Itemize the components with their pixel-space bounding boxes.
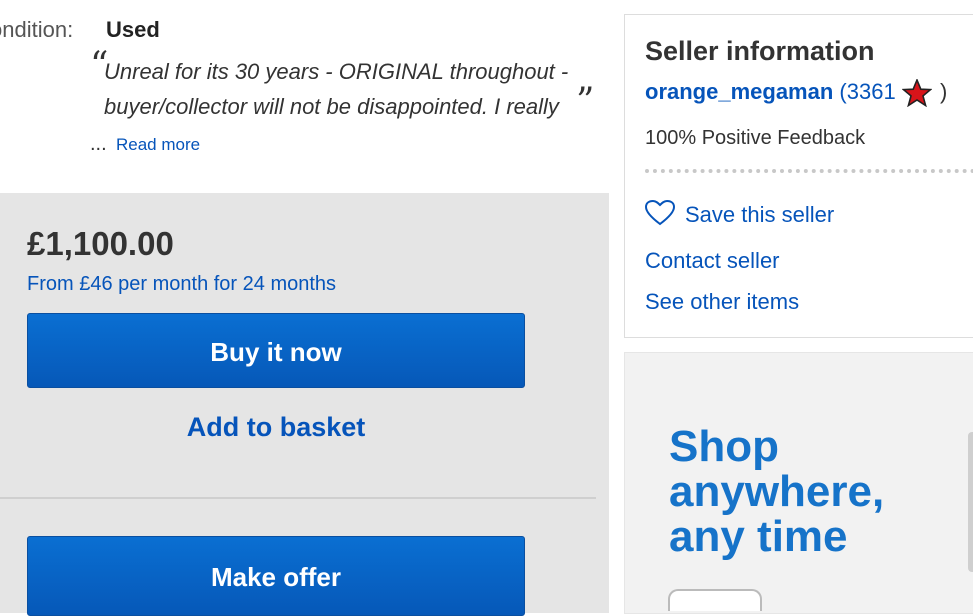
phone-image	[668, 589, 762, 611]
positive-feedback: 100% Positive Feedback	[645, 127, 866, 149]
description-ellipsis: ...	[90, 133, 107, 155]
item-price: £1,100.00	[27, 225, 174, 262]
buy-it-now-button[interactable]: Buy it now	[27, 313, 525, 388]
advert-line: any time	[669, 512, 848, 561]
seller-feedback-score[interactable]: (3361	[839, 79, 895, 104]
condition-value: Used	[106, 17, 160, 42]
save-seller-label: Save this seller	[685, 201, 835, 227]
device-edge-image	[968, 432, 973, 572]
read-more-link[interactable]: Read more	[116, 135, 200, 155]
seller-username-link[interactable]: orange_megaman	[645, 79, 833, 104]
advert-line: Shop	[669, 422, 779, 471]
seller-close-paren: )	[939, 79, 948, 104]
divider	[0, 497, 596, 499]
condition-label: ondition:	[0, 17, 74, 42]
red-star-icon	[901, 78, 934, 108]
dotted-divider	[645, 169, 973, 173]
save-seller-button[interactable]: Save this seller	[644, 199, 835, 232]
item-description: Unreal for its 30 years - ORIGINAL throu…	[104, 54, 584, 124]
description-line: Unreal for its 30 years - ORIGINAL throu…	[104, 59, 569, 84]
finance-offer-link[interactable]: From £46 per month for 24 months	[27, 273, 336, 296]
advert-line: anywhere,	[669, 467, 885, 516]
add-to-basket-button[interactable]: Add to basket	[27, 405, 525, 449]
seller-info-title: Seller information	[645, 36, 875, 66]
description-line: buyer/collector will not be disappointed…	[104, 94, 559, 119]
make-offer-button[interactable]: Make offer	[27, 536, 525, 616]
advert-headline: Shop anywhere, any time	[669, 424, 969, 559]
contact-seller-link[interactable]: Contact seller	[645, 248, 780, 274]
close-quote-icon: ”	[576, 81, 595, 122]
see-other-items-link[interactable]: See other items	[645, 289, 799, 315]
heart-icon	[644, 199, 676, 232]
seller-identity: orange_megaman (3361 )	[645, 78, 948, 108]
